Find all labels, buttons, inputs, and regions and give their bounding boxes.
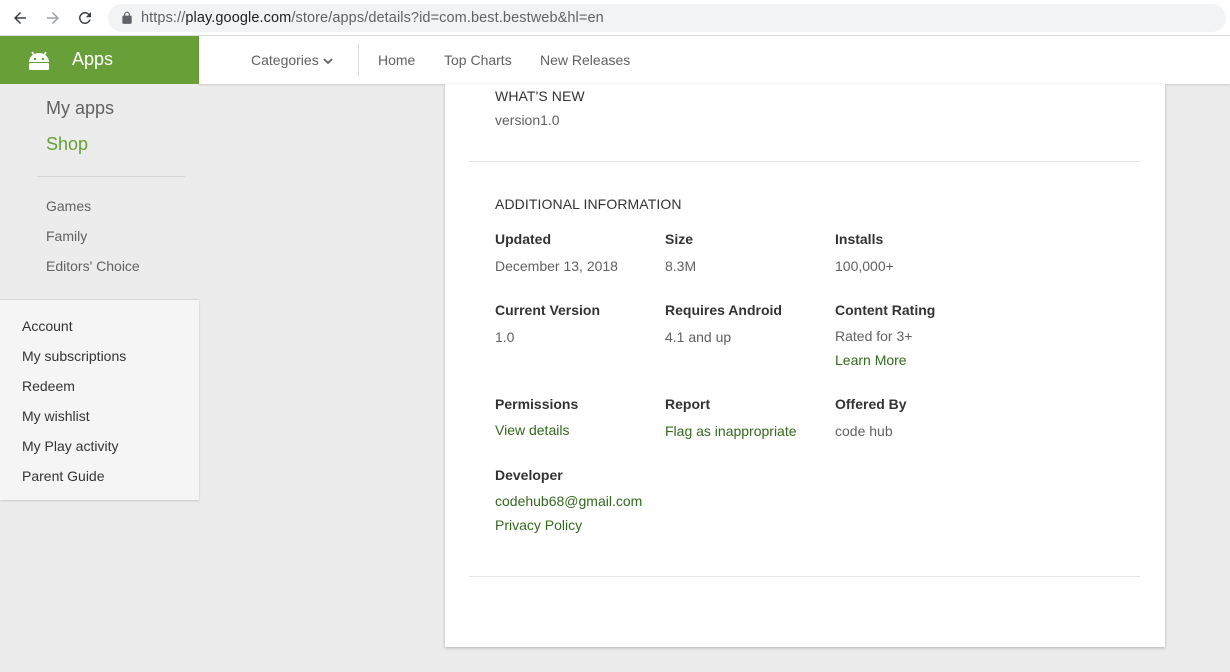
whats-new-text: version1.0 <box>495 112 560 128</box>
url-text: https://play.google.com/store/apps/detai… <box>141 10 604 26</box>
requires-android-label: Requires Android <box>665 302 782 318</box>
reload-icon[interactable] <box>74 7 96 29</box>
sidebar-divider <box>37 176 185 177</box>
permissions-label: Permissions <box>495 396 579 412</box>
sidebar-item-shop[interactable]: Shop <box>46 134 88 155</box>
sidebar-item-games[interactable]: Games <box>46 198 91 214</box>
sidebar-link-my-wishlist[interactable]: My wishlist <box>22 408 90 424</box>
section-divider-bottom <box>469 576 1140 577</box>
current-version-value: 1.0 <box>495 329 515 345</box>
browser-toolbar: https://play.google.com/store/apps/detai… <box>0 0 1230 36</box>
whats-new-title: WHAT'S NEW <box>495 88 585 104</box>
view-details-link[interactable]: View details <box>495 422 569 438</box>
content-rating-label: Content Rating <box>835 302 936 318</box>
updated-label: Updated <box>495 231 551 247</box>
sidebar-link-redeem[interactable]: Redeem <box>22 378 75 394</box>
current-version-label: Current Version <box>495 302 601 318</box>
sidebar-link-my-subscriptions[interactable]: My subscriptions <box>22 348 126 364</box>
android-icon <box>29 51 49 70</box>
chevron-down-icon <box>323 58 333 65</box>
sidebar-item-my-apps[interactable]: My apps <box>46 98 114 119</box>
content-rating-value: Rated for 3+ <box>835 328 913 344</box>
learn-more-link[interactable]: Learn More <box>835 352 907 368</box>
developer-email-link[interactable]: codehub68@gmail.com <box>495 493 642 509</box>
forward-arrow-icon[interactable] <box>42 7 64 29</box>
apps-header[interactable]: Apps <box>0 36 199 84</box>
details-card: WHAT'S NEW version1.0 ADDITIONAL INFORMA… <box>445 84 1165 647</box>
nav-new-releases[interactable]: New Releases <box>540 52 630 68</box>
installs-label: Installs <box>835 231 884 247</box>
nav-divider <box>358 44 359 76</box>
installs-value: 100,000+ <box>835 258 894 274</box>
sidebar-link-parent-guide[interactable]: Parent Guide <box>22 468 105 484</box>
offered-by-label: Offered By <box>835 396 907 412</box>
additional-info-title: ADDITIONAL INFORMATION <box>495 196 682 212</box>
categories-dropdown[interactable]: Categories <box>251 52 333 68</box>
back-arrow-icon[interactable] <box>9 7 31 29</box>
top-nav: Categories Home Top Charts New Releases <box>199 36 1230 84</box>
offered-by-value: code hub <box>835 423 893 439</box>
size-value: 8.3M <box>665 258 697 274</box>
sidebar-item-editors-choice[interactable]: Editors' Choice <box>46 258 140 274</box>
size-label: Size <box>665 231 694 247</box>
sidebar-link-my-play-activity[interactable]: My Play activity <box>22 438 118 454</box>
sidebar-item-family[interactable]: Family <box>46 228 87 244</box>
lock-icon <box>122 11 132 24</box>
sidebar-account-panel: Account My subscriptions Redeem My wishl… <box>0 299 199 500</box>
privacy-policy-link[interactable]: Privacy Policy <box>495 517 582 533</box>
address-bar[interactable]: https://play.google.com/store/apps/detai… <box>108 4 1226 32</box>
requires-android-value: 4.1 and up <box>665 329 732 345</box>
apps-title: Apps <box>72 49 114 69</box>
sidebar-link-account[interactable]: Account <box>22 318 73 334</box>
updated-value: December 13, 2018 <box>495 258 618 274</box>
flag-inappropriate-link[interactable]: Flag as inappropriate <box>665 423 797 439</box>
section-divider <box>469 161 1140 162</box>
nav-home[interactable]: Home <box>378 52 415 68</box>
report-label: Report <box>665 396 711 412</box>
developer-label: Developer <box>495 467 563 483</box>
nav-top-charts[interactable]: Top Charts <box>444 52 512 68</box>
